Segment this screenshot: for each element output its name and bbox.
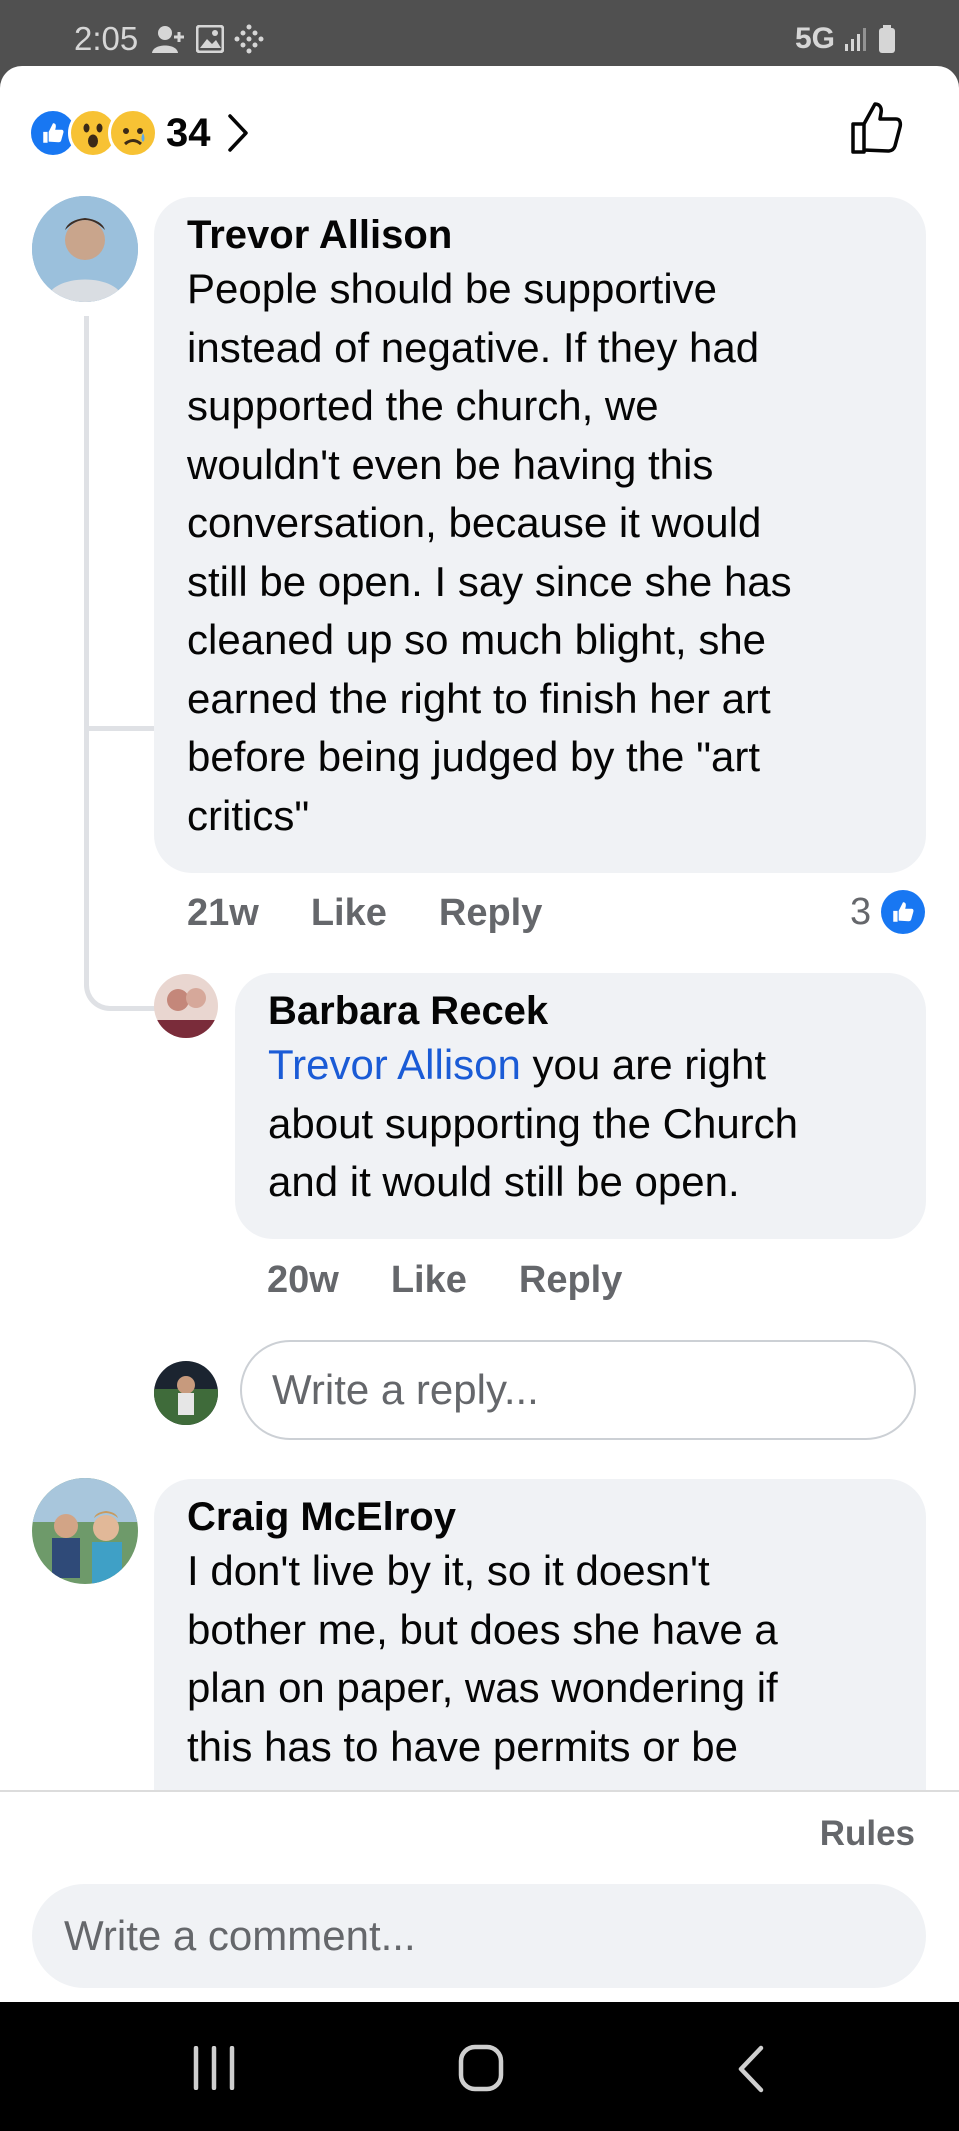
thread-connector-line (84, 726, 159, 731)
image-icon (196, 25, 224, 53)
avatar (154, 1361, 218, 1425)
comment-like-count[interactable]: 3 (850, 890, 926, 934)
status-icons (152, 24, 264, 54)
system-nav-bar (0, 2002, 959, 2131)
like-button[interactable]: Like (391, 1259, 467, 1302)
back-icon[interactable] (735, 2044, 765, 2094)
like-count-icon (881, 890, 926, 934)
signal-icon (845, 28, 866, 51)
comment-text: I don't live by it, so it doesn't bother… (187, 1547, 778, 1770)
reactions-summary[interactable]: 34 (28, 106, 249, 160)
comment-author[interactable]: Trevor Allison (187, 213, 792, 258)
comment-input[interactable]: Write a comment... (32, 1884, 926, 1988)
sad-reaction-icon (108, 108, 158, 158)
home-icon[interactable] (458, 2044, 504, 2092)
comment-author[interactable]: Craig McElroy (187, 1495, 778, 1540)
reply-button[interactable]: Reply (519, 1259, 622, 1302)
reply-button[interactable]: Reply (439, 892, 542, 935)
reply-bubble: Barbara Recek Trevor Allison you are rig… (235, 973, 926, 1239)
comment-composer: Rules Write a comment... (0, 1790, 959, 2002)
recent-apps-icon[interactable] (190, 2046, 238, 2090)
person-add-icon (152, 26, 184, 53)
comments-sheet: 34 Trevor Allison People should be suppo… (0, 66, 959, 2002)
dots-grid-icon (234, 24, 264, 54)
status-right: 5G (795, 22, 897, 56)
avatar[interactable] (32, 196, 138, 302)
mention-link[interactable]: Trevor Allison (268, 1041, 521, 1088)
reply-text: Trevor Allison you are right about suppo… (268, 1041, 799, 1205)
reply-actions: 20w Like Reply (267, 1259, 622, 1302)
comment-age: 21w (187, 892, 259, 934)
battery-icon (879, 25, 895, 53)
reaction-count: 34 (166, 110, 211, 155)
comment-text: People should be supportive instead of n… (187, 265, 792, 839)
comment-bubble: Trevor Allison People should be supporti… (154, 197, 926, 873)
like-thumb-icon[interactable] (849, 100, 903, 156)
reply-author[interactable]: Barbara Recek (268, 989, 798, 1034)
reply-input[interactable]: Write a reply... (240, 1340, 916, 1440)
status-time: 2:05 (74, 20, 139, 57)
reply-age: 20w (267, 1259, 339, 1301)
rules-link[interactable]: Rules (820, 1814, 915, 1854)
like-button[interactable]: Like (311, 892, 387, 935)
avatar[interactable] (154, 974, 218, 1038)
thread-connector-line (84, 316, 164, 1011)
network-label: 5G (794, 22, 835, 55)
avatar[interactable] (32, 1478, 138, 1584)
comment-actions: 21w Like Reply (187, 892, 542, 935)
chevron-right-icon (227, 114, 248, 152)
